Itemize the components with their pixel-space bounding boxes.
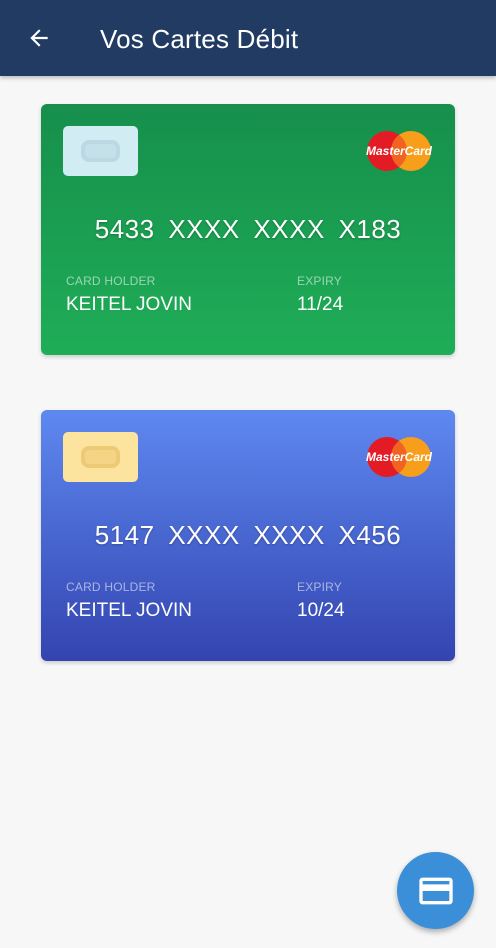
card-number: 5147 XXXX XXXX X456 xyxy=(94,520,402,550)
mastercard-logo: MasterCard xyxy=(366,437,432,477)
expiry-label: EXPIRY xyxy=(297,274,342,288)
card-number: 5433 XXXX XXXX X183 xyxy=(94,214,402,244)
card-holder-label: CARD HOLDER xyxy=(66,274,156,288)
expiry-value: 10/24 xyxy=(297,600,345,621)
card-holder-name: KEITEL JOVIN xyxy=(66,600,192,621)
app-bar: Vos Cartes Débit xyxy=(0,0,496,76)
credit-card-icon xyxy=(418,877,453,904)
svg-text:MasterCard: MasterCard xyxy=(366,144,432,158)
card-chip xyxy=(63,126,138,176)
mastercard-logo: MasterCard xyxy=(366,131,432,171)
debit-card[interactable]: MasterCard 5433 XXXX XXXX X183 CARD HOLD… xyxy=(41,104,455,355)
expiry-label: EXPIRY xyxy=(297,580,342,594)
arrow-left-icon xyxy=(30,29,48,47)
add-card-button[interactable] xyxy=(397,852,474,929)
card-holder-label: CARD HOLDER xyxy=(66,580,156,594)
debit-card[interactable]: MasterCard 5147 XXXX XXXX X456 CARD HOLD… xyxy=(41,410,455,661)
svg-text:MasterCard: MasterCard xyxy=(366,450,432,464)
page-title: Vos Cartes Débit xyxy=(100,24,299,54)
back-button[interactable] xyxy=(18,17,60,59)
card-chip xyxy=(63,432,138,482)
card-holder-name: KEITEL JOVIN xyxy=(66,294,192,315)
expiry-value: 11/24 xyxy=(297,294,344,315)
